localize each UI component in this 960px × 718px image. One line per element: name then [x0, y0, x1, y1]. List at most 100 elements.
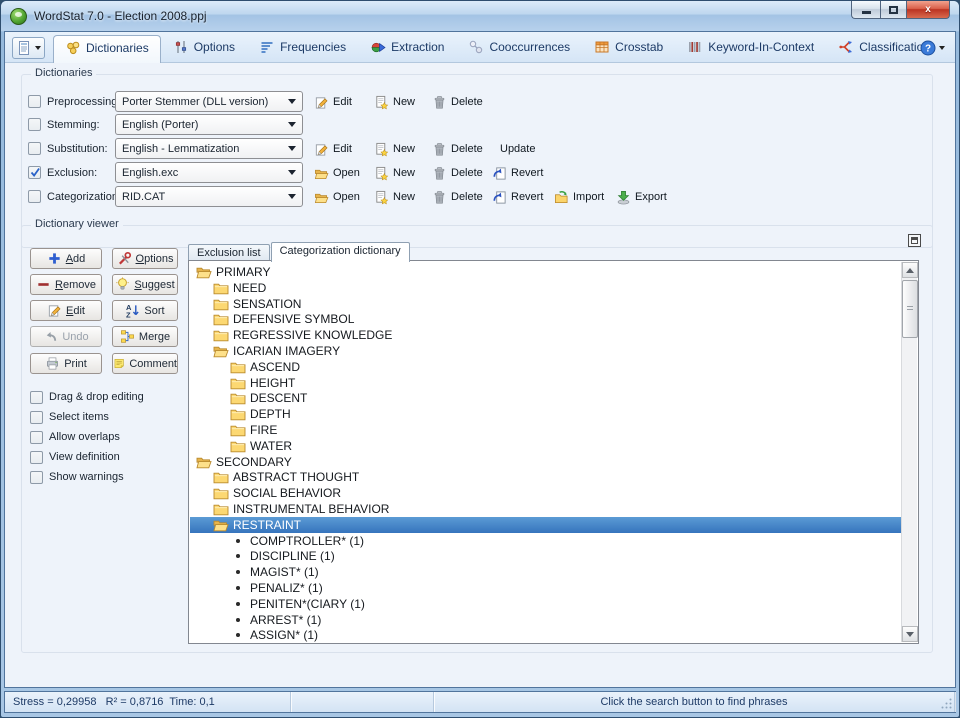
folder-closed-icon — [230, 439, 246, 453]
tree-item-fire[interactable]: FIRE — [190, 422, 277, 438]
maximize-icon — [889, 5, 898, 14]
categorization-checkbox[interactable] — [28, 190, 41, 203]
stemming-select[interactable]: English (Porter) — [115, 114, 303, 135]
viewer-tab-categorization-dictionary[interactable]: Categorization dictionary — [270, 242, 410, 262]
exclusion-select[interactable]: English.exc — [115, 162, 303, 183]
stemming-checkbox[interactable] — [28, 118, 41, 131]
tree-item-social-behavior[interactable]: SOCIAL BEHAVIOR — [190, 485, 341, 501]
select-items-checkbox[interactable] — [30, 410, 43, 424]
categorization-import-button[interactable]: Import — [554, 186, 604, 208]
button-label: Merge — [138, 330, 171, 343]
categorization-new-button[interactable]: New — [374, 186, 415, 208]
titlebar: WordStat 7.0 - Election 2008.ppj x — [1, 1, 959, 31]
tree-item-magist-1[interactable]: MAGIST* (1) — [190, 564, 319, 580]
drag-drop-editing-checkbox[interactable] — [30, 390, 43, 404]
toolbar-tab-cooccurrences[interactable]: Cooccurrences — [456, 34, 582, 62]
toolbar-tab-dictionaries[interactable]: Dictionaries — [53, 35, 161, 63]
show-warnings-checkbox[interactable] — [30, 470, 43, 484]
action-label: New — [393, 96, 416, 108]
view-definition-checkbox-row[interactable]: View definition — [30, 449, 120, 465]
scroll-up-button[interactable] — [902, 262, 918, 278]
exclusion-checkbox[interactable] — [28, 166, 41, 179]
toolbar-tab-options[interactable]: Options — [161, 34, 247, 62]
button-label: Remove — [55, 278, 96, 291]
categorization-delete-button[interactable]: Delete — [432, 186, 483, 208]
tree-item-icarian-imagery[interactable]: ICARIAN IMAGERY — [190, 343, 340, 359]
edit-icon — [314, 142, 329, 157]
preprocessing-checkbox[interactable] — [28, 95, 41, 108]
select-items-checkbox-row[interactable]: Select items — [30, 409, 109, 425]
substitution-update-button[interactable]: Update — [500, 138, 535, 160]
exclusion-new-button[interactable]: New — [374, 162, 415, 184]
print-button[interactable]: Print — [30, 353, 102, 374]
allow-overlaps-checkbox[interactable] — [30, 430, 43, 444]
tree-item-depth[interactable]: DEPTH — [190, 406, 291, 422]
toolbar-tab-extraction[interactable]: Extraction — [358, 34, 456, 62]
comment-button[interactable]: Comment — [112, 353, 178, 374]
preprocessing-delete-button[interactable]: Delete — [432, 91, 483, 113]
remove-button[interactable]: Remove — [30, 274, 102, 295]
button-label: Sort — [144, 304, 165, 317]
substitution-new-button[interactable]: New — [374, 138, 415, 160]
tree-item-discipline-1[interactable]: DISCIPLINE (1) — [190, 548, 335, 564]
tree-item-ascend[interactable]: ASCEND — [190, 359, 300, 375]
options-button[interactable]: Options — [112, 248, 178, 269]
tree-item-defensive-symbol[interactable]: DEFENSIVE SYMBOL — [190, 311, 354, 327]
tree-item-regressive-knowledge[interactable]: REGRESSIVE KNOWLEDGE — [190, 327, 392, 343]
sort-button[interactable]: A Z Sort — [112, 300, 178, 321]
drag-drop-editing-checkbox-row[interactable]: Drag & drop editing — [30, 389, 144, 405]
tree-item-comptroller-1[interactable]: COMPTROLLER* (1) — [190, 533, 364, 549]
scroll-down-button[interactable] — [902, 626, 918, 642]
exclusion-open-button[interactable]: Open — [314, 162, 360, 184]
categorization-revert-button[interactable]: Revert — [492, 186, 543, 208]
tree-item-primary[interactable]: PRIMARY — [190, 264, 270, 280]
tree-item-arrest-1[interactable]: ARREST* (1) — [190, 612, 321, 628]
tree-item-descent[interactable]: DESCENT — [190, 390, 307, 406]
toolbar-tab-frequencies[interactable]: Frequencies — [247, 34, 358, 62]
tree-item-need[interactable]: NEED — [190, 280, 266, 296]
allow-overlaps-checkbox-row[interactable]: Allow overlaps — [30, 429, 120, 445]
tree-item-penaliz-1[interactable]: PENALIZ* (1) — [190, 580, 323, 596]
preprocessing-edit-button[interactable]: Edit — [314, 91, 352, 113]
tree-item-assign-1[interactable]: ASSIGN* (1) — [190, 627, 318, 643]
tree-item-restraint[interactable]: RESTRAINT — [190, 516, 903, 533]
maximize-panel-button[interactable] — [908, 234, 921, 247]
suggest-button[interactable]: Suggest — [112, 274, 178, 295]
checkbox-label: Show warnings — [49, 471, 124, 483]
close-button[interactable]: x — [907, 1, 950, 19]
preprocessing-new-button[interactable]: New — [374, 91, 415, 113]
substitution-edit-button[interactable]: Edit — [314, 138, 352, 160]
tree-scrollbar[interactable] — [901, 262, 918, 642]
exclusion-delete-button[interactable]: Delete — [432, 162, 483, 184]
categorization-select[interactable]: RID.CAT — [115, 186, 303, 207]
toolbar-tab-keyword-in-context[interactable]: Keyword-In-Context — [675, 34, 826, 62]
tree-item-peniten-ciary-1[interactable]: PENITEN*(CIARY (1) — [190, 596, 365, 612]
tree-item-abstract-thought[interactable]: ABSTRACT THOUGHT — [190, 469, 359, 485]
categorization-open-button[interactable]: Open — [314, 186, 360, 208]
exclusion-revert-button[interactable]: Revert — [492, 162, 543, 184]
merge-button[interactable]: Merge — [112, 326, 178, 347]
maximize-button[interactable] — [880, 1, 907, 19]
tree-item-secondary[interactable]: SECONDARY — [190, 454, 292, 470]
scrollbar-thumb[interactable] — [902, 280, 918, 338]
tree-item-sensation[interactable]: SENSATION — [190, 296, 301, 312]
resize-grip-icon[interactable] — [941, 698, 953, 710]
substitution-select[interactable]: English - Lemmatization — [115, 138, 303, 159]
tree-item-height[interactable]: HEIGHT — [190, 375, 295, 391]
help-button[interactable]: ? — [920, 40, 945, 56]
tree-item-water[interactable]: WATER — [190, 438, 292, 454]
project-menu-button[interactable] — [12, 37, 45, 59]
show-warnings-checkbox-row[interactable]: Show warnings — [30, 469, 124, 485]
substitution-delete-button[interactable]: Delete — [432, 138, 483, 160]
preprocessing-select[interactable]: Porter Stemmer (DLL version) — [115, 91, 303, 112]
edit-button[interactable]: Edit — [30, 300, 102, 321]
add-button[interactable]: Add — [30, 248, 102, 269]
minimize-button[interactable] — [851, 1, 880, 19]
categorization-export-button[interactable]: Export — [616, 186, 667, 208]
toolbar-tab-crosstab[interactable]: Crosstab — [582, 34, 675, 62]
substitution-checkbox[interactable] — [28, 142, 41, 155]
view-definition-checkbox[interactable] — [30, 450, 43, 464]
undo-button[interactable]: Undo — [30, 326, 102, 347]
viewer-tab-exclusion-list[interactable]: Exclusion list — [188, 244, 270, 261]
tree-item-instrumental-behavior[interactable]: INSTRUMENTAL BEHAVIOR — [190, 501, 389, 517]
